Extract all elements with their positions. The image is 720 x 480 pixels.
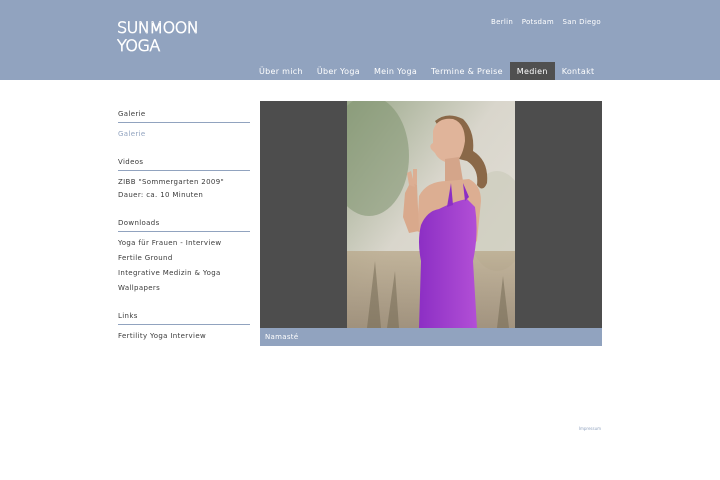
nav-kontakt[interactable]: Kontakt [555, 62, 602, 80]
nav-termine-preise[interactable]: Termine & Preise [424, 62, 510, 80]
sidebar-section-videos: Videos ZIBB "Sommergarten 2009" Dauer: c… [118, 155, 250, 202]
sidebar-item-galerie[interactable]: Galerie [118, 128, 250, 141]
sidebar-item-yoga-fuer-frauen[interactable]: Yoga für Frauen - Interview [118, 237, 250, 250]
sidebar-heading: Galerie [118, 107, 250, 123]
city-link-san-diego[interactable]: San Diego [563, 18, 601, 26]
sidebar-section-downloads: Downloads Yoga für Frauen - Interview Fe… [118, 216, 250, 295]
sidebar-heading: Videos [118, 155, 250, 171]
city-links: Berlin Potsdam San Diego [485, 18, 601, 26]
sidebar-item-wallpapers[interactable]: Wallpapers [118, 282, 250, 295]
nav-ueber-yoga[interactable]: Über Yoga [310, 62, 367, 80]
logo-line-2: YOGA [117, 36, 160, 54]
imprint-link[interactable]: Impressum [579, 426, 601, 431]
sidebar-item-zibb-video[interactable]: ZIBB "Sommergarten 2009" Dauer: ca. 10 M… [118, 176, 250, 202]
site-header: SUNMOON YOGA Berlin Potsdam San Diego Üb… [0, 0, 720, 80]
sidebar-heading: Links [118, 309, 250, 325]
sidebar-section-links: Links Fertility Yoga Interview [118, 309, 250, 343]
sidebar-item-fertility-yoga-interview[interactable]: Fertility Yoga Interview [118, 330, 250, 343]
sidebar-item-fertile-ground[interactable]: Fertile Ground [118, 252, 250, 265]
gallery-viewer[interactable] [260, 101, 602, 328]
logo-line-1: SUNMOON [117, 18, 198, 37]
nav-mein-yoga[interactable]: Mein Yoga [367, 62, 424, 80]
city-link-berlin[interactable]: Berlin [491, 18, 513, 26]
nav-medien[interactable]: Medien [509, 62, 555, 80]
brand-logo[interactable]: SUNMOON YOGA [117, 18, 209, 54]
sunmoon-yoga-logo: SUNMOON YOGA [117, 18, 199, 54]
gallery-caption: Namasté [260, 328, 602, 346]
main-nav: Über mich Über Yoga Mein Yoga Termine & … [252, 62, 601, 80]
city-link-potsdam[interactable]: Potsdam [522, 18, 554, 26]
sidebar: Galerie Galerie Videos ZIBB "Sommergarte… [118, 107, 250, 357]
sidebar-section-galerie: Galerie Galerie [118, 107, 250, 141]
gallery-photo[interactable] [347, 101, 515, 328]
nav-ueber-mich[interactable]: Über mich [252, 62, 310, 80]
sidebar-item-integrative-medizin[interactable]: Integrative Medizin & Yoga [118, 267, 250, 280]
yoga-pose-image [347, 101, 515, 328]
sidebar-heading: Downloads [118, 216, 250, 232]
